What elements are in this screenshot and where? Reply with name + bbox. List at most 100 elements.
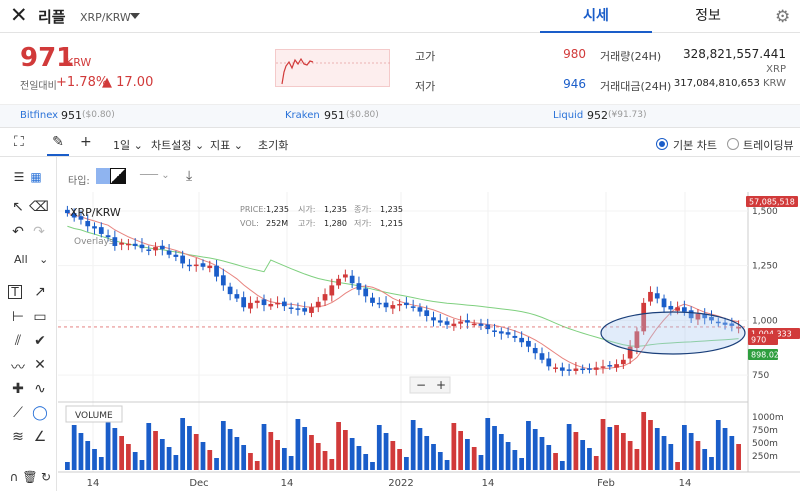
volume-bar (322, 451, 328, 470)
candle (573, 368, 579, 371)
reload-icon[interactable]: ↻ (36, 470, 56, 484)
trading-view-label[interactable]: 트레이딩뷰 (743, 137, 794, 153)
candle (390, 305, 396, 309)
zoom-out-icon[interactable]: − (416, 378, 426, 392)
cursor-icon[interactable]: ↖ (8, 199, 28, 215)
zigzag-icon[interactable]: 〰 (8, 357, 28, 377)
sparkline-svg (276, 57, 391, 85)
crosshair-icon[interactable]: + (80, 134, 92, 150)
exchange-name[interactable]: Bitfinex (20, 110, 58, 121)
parallel-lines-icon[interactable]: ⫽ (8, 333, 28, 349)
exchange-name[interactable]: Liquid (553, 110, 583, 121)
price-flag-label: 970 (751, 336, 766, 345)
overlays-label[interactable]: Overlays (74, 237, 114, 247)
ellipse-annotation[interactable] (600, 311, 746, 355)
angle-icon[interactable]: ∠ (30, 429, 50, 445)
trendline-icon[interactable]: ⟋ (8, 405, 28, 421)
tab-info[interactable]: 정보 (652, 0, 764, 33)
candle (275, 302, 280, 305)
fullscreen-icon[interactable]: ⛶ (14, 134, 24, 150)
eraser-icon[interactable]: ⌫ (29, 199, 49, 215)
x-tick-label: 2022 (388, 478, 413, 489)
candle (363, 288, 369, 297)
undo-icon[interactable]: ↶ (8, 224, 28, 240)
gear-icon[interactable]: ⚙ (775, 7, 790, 27)
volume-bar (329, 459, 335, 470)
fib-fan-icon[interactable]: ≋ (8, 429, 28, 445)
brush-icon[interactable]: ∿ (30, 381, 50, 397)
candle (383, 302, 389, 308)
color-swatch-fill[interactable] (96, 168, 110, 184)
volume-bar (92, 449, 97, 470)
color-swatch-line[interactable] (110, 168, 126, 184)
change-percent: +1.78% (56, 75, 109, 90)
x-logo-icon: ✕ (10, 3, 28, 27)
reset-button[interactable]: 초기화 (258, 137, 288, 153)
volume-bar (559, 461, 565, 470)
ohlc-label: VOL: (240, 219, 259, 228)
candle (654, 293, 660, 299)
download-icon[interactable]: ⤓ (186, 168, 192, 184)
volume-bar (207, 450, 213, 470)
callout-icon[interactable]: ▭ (30, 309, 50, 325)
candle (587, 368, 592, 370)
horizontal-measure-icon[interactable]: ⊢ (8, 309, 28, 325)
volume-bar (370, 462, 375, 470)
arrow-tool-icon[interactable]: ↗ (30, 284, 50, 300)
ellipse-icon[interactable]: ◯ (30, 405, 50, 421)
chevron-down-icon[interactable] (130, 13, 140, 19)
pencil-icon[interactable]: ✎ (47, 134, 69, 156)
candle (329, 285, 335, 296)
cross-mark-icon[interactable]: ✕ (30, 357, 50, 373)
check-icon[interactable]: ✔ (30, 333, 50, 349)
volume-bar (302, 427, 308, 470)
interval-select[interactable]: 1일 ⌄ (113, 137, 143, 153)
price-chart[interactable]: 1,500 1,250 1,000 750 1000m 750m 500m 250m 14 De… (58, 192, 800, 491)
candle (248, 302, 253, 309)
candle (254, 300, 260, 303)
candle (173, 254, 179, 257)
exchange-price: 952 (587, 109, 608, 122)
basic-chart-radio[interactable] (656, 138, 668, 150)
trading-view-radio[interactable] (727, 138, 739, 150)
volume-bar (465, 439, 470, 470)
candle (546, 358, 552, 367)
indicators-button[interactable]: 지표 ⌄ (210, 137, 243, 153)
volume-bar (661, 436, 667, 470)
ohlc-label: PRICE: (240, 205, 266, 214)
candle (207, 265, 213, 269)
candle (241, 297, 247, 308)
volume-bar (675, 462, 680, 470)
volume-bar (139, 460, 145, 470)
candle (580, 368, 586, 371)
volume-bar (553, 453, 558, 470)
line-style-select[interactable]: ─── ⌄ (140, 170, 170, 181)
ohlc-value: 1,235 (380, 205, 403, 214)
volume-bar (254, 461, 260, 470)
candle (681, 307, 687, 312)
zoom-in-icon[interactable]: + (436, 378, 446, 392)
tab-quote[interactable]: 시세 (540, 0, 652, 33)
exchange-price: 951 (61, 109, 82, 122)
chart-settings-button[interactable]: 차트설정 ⌄ (151, 137, 204, 153)
candle (126, 243, 131, 246)
all-select[interactable]: All ⌄ (14, 253, 48, 266)
candle (281, 301, 287, 307)
crosshair-tool-icon[interactable]: ✚ (8, 381, 28, 397)
candle (234, 294, 240, 299)
x-tick-label: Dec (189, 478, 208, 489)
volume-bar (159, 439, 165, 470)
basic-chart-label[interactable]: 기본 차트 (673, 137, 717, 153)
candle (153, 247, 158, 251)
volume-bar (688, 433, 694, 470)
volume-bar (654, 428, 660, 470)
volume-bar (471, 447, 477, 470)
ohlc-label: 저가: (354, 219, 371, 228)
grid-view-icon[interactable]: ▦ (26, 170, 46, 184)
candle (404, 302, 409, 306)
text-tool-icon[interactable]: T (8, 285, 22, 299)
volume-bar (573, 432, 579, 470)
exchange-name[interactable]: Kraken (285, 110, 320, 121)
candle (593, 367, 599, 370)
redo-icon[interactable]: ↷ (29, 224, 49, 240)
